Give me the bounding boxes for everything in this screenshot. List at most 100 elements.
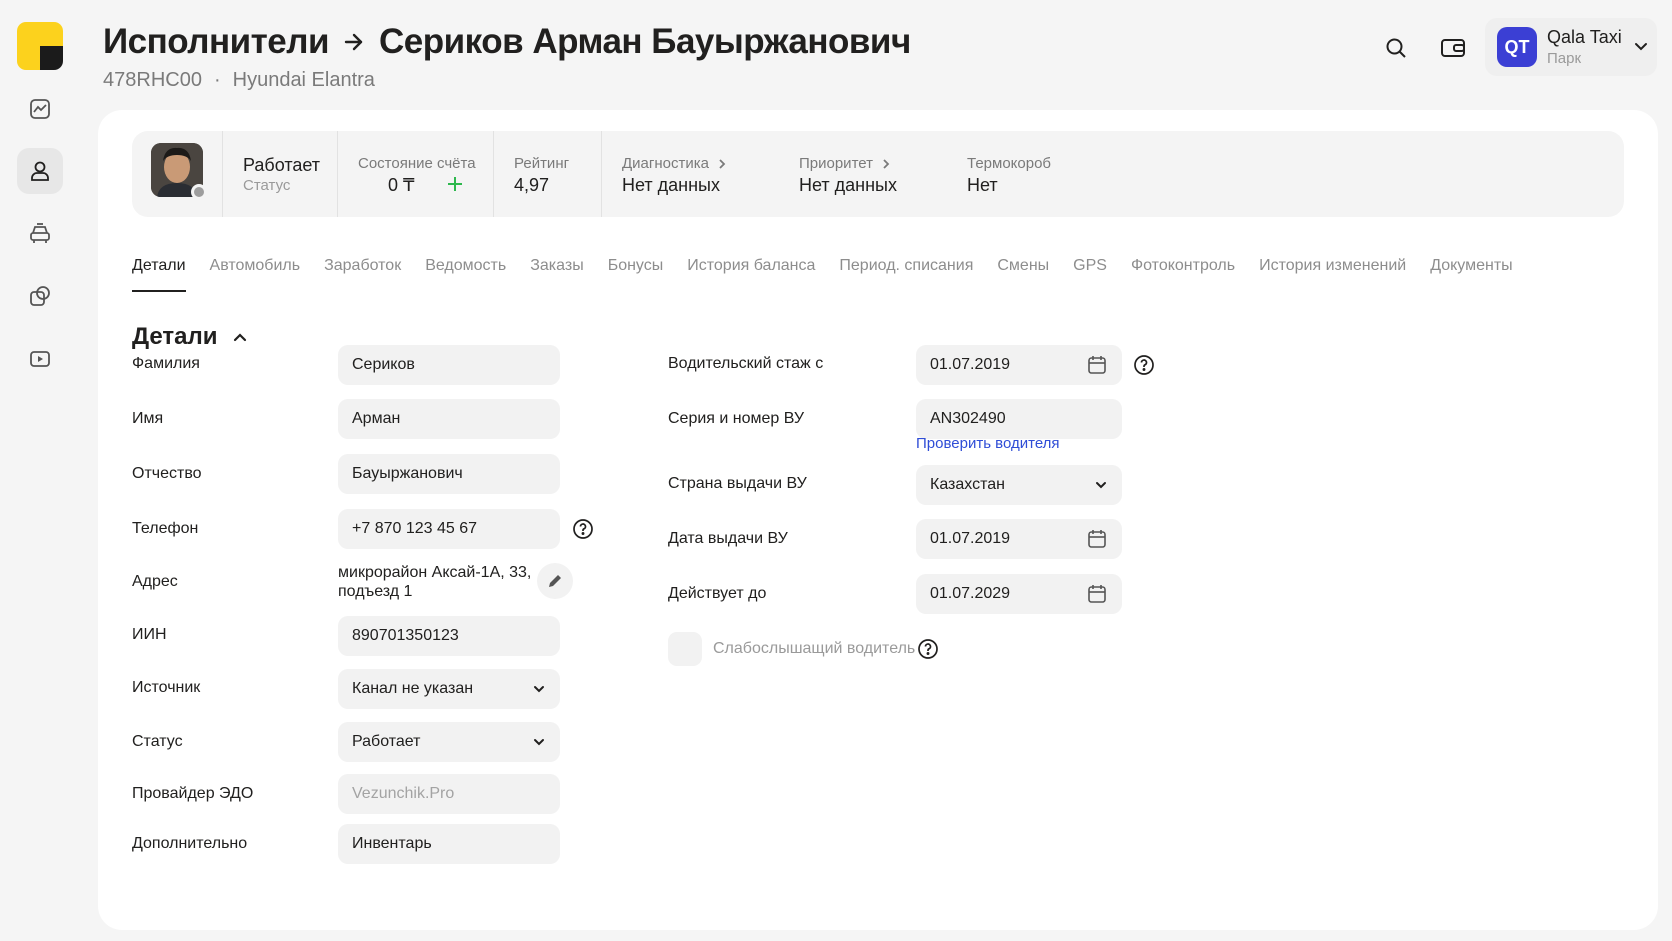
stat-priority[interactable]: Приоритет Нет данных [778,131,938,217]
driver-subtitle: 478RHC00 · Hyundai Elantra [103,69,375,92]
park-avatar: QT [1497,27,1537,67]
tab-periodic-charges[interactable]: Период. списания [839,256,973,292]
source-label: Источник [132,679,201,696]
address-value: микрорайон Аксай-1А, 33, подъезд 1 [338,563,531,601]
phone-field[interactable]: +7 870 123 45 67 [338,509,560,549]
license-number-field[interactable]: AN302490 [916,399,1122,439]
thermobox-label: Термокороб [967,155,1052,172]
breadcrumb-root[interactable]: Исполнители [103,22,330,62]
tab-documents[interactable]: Документы [1430,256,1512,292]
chevron-right-icon [719,158,726,169]
stat-thermobox: Термокороб Нет [946,131,1086,217]
license-valid-until-value: 01.07.2029 [930,585,1011,602]
park-name: Qala Taxi [1547,27,1622,47]
tab-change-history[interactable]: История изменений [1259,256,1406,292]
edo-provider-field[interactable]: Vezunchik.Pro [338,774,560,814]
iin-field[interactable]: 890701350123 [338,616,560,656]
add-balance-icon[interactable] [446,175,464,198]
address-line-2: подъезд 1 [338,583,413,600]
page-title: Исполнители Сериков Арман Бауыржанович [103,22,911,62]
app-logo[interactable] [17,22,63,70]
tab-car[interactable]: Автомобиль [210,256,301,292]
patronymic-field[interactable]: Бауыржанович [338,454,560,494]
license-issue-date-label: Дата выдачи ВУ [668,530,788,547]
hearing-impaired-help-icon[interactable] [917,638,939,660]
calendar-icon[interactable] [1086,354,1108,376]
experience-label: Водительский стаж с [668,355,824,372]
iin-label: ИИН [132,626,167,643]
tab-photocontrol[interactable]: Фотоконтроль [1131,256,1235,292]
check-driver-link[interactable]: Проверить водителя [916,435,1060,452]
license-country-label: Страна выдачи ВУ [668,475,807,492]
tab-earnings[interactable]: Заработок [324,256,401,292]
tab-details[interactable]: Детали [132,256,186,292]
chevron-up-icon [232,329,248,345]
diagnostics-label-text: Диагностика [622,155,709,172]
details-title-text: Детали [132,323,218,350]
experience-help-icon[interactable] [1133,354,1155,376]
source-value: Канал не указан [352,680,474,697]
first-name-field[interactable]: Арман [338,399,560,439]
last-name-field[interactable]: Сериков [338,345,560,385]
car-plate: 478RHC00 [103,69,202,91]
wallet-icon[interactable] [1437,32,1469,64]
calendar-icon[interactable] [1086,528,1108,550]
finance-nav-icon[interactable] [17,273,63,319]
license-number-label: Серия и номер ВУ [668,410,805,427]
first-name-label: Имя [132,410,164,427]
last-name-label: Фамилия [132,355,200,372]
status-select[interactable]: Работает [338,722,560,762]
patronymic-label: Отчество [132,465,202,482]
calendar-icon[interactable] [1086,583,1108,605]
address-line-1: микрорайон Аксай-1А, 33, [338,564,532,581]
source-select[interactable]: Канал не указан [338,669,560,709]
diagnostics-value: Нет данных [622,175,720,195]
pencil-icon [549,575,561,587]
cars-nav-icon[interactable] [17,211,63,257]
tab-orders[interactable]: Заказы [530,256,583,292]
license-country-select[interactable]: Казахстан [916,465,1122,505]
phone-help-icon[interactable] [572,518,594,540]
edit-address-button[interactable] [537,563,573,599]
analytics-nav-icon[interactable] [17,86,63,132]
diagnostics-label: Диагностика [622,155,727,172]
license-valid-until-label: Действует до [668,585,767,602]
balance-value: 0 ₸ [388,175,415,195]
license-country-value: Казахстан [930,476,1005,493]
thermobox-value: Нет [967,175,998,195]
hearing-impaired-checkbox[interactable] [668,632,702,666]
experience-date-field[interactable]: 01.07.2019 [916,345,1122,385]
chevron-down-icon [532,682,546,696]
search-icon[interactable] [1380,32,1412,64]
park-selector[interactable]: QT Qala Taxi Парк [1485,18,1657,76]
arrow-right-icon [343,31,365,53]
chevron-down-icon [532,735,546,749]
chevron-down-icon [1094,478,1108,492]
drivers-nav-icon[interactable] [17,148,63,194]
subtitle-separator: · [213,69,221,91]
tab-balance-history[interactable]: История баланса [687,256,815,292]
priority-label: Приоритет [799,155,891,172]
rating-value: 4,97 [514,175,550,195]
priority-value: Нет данных [799,175,897,195]
status-caption: Статус [243,177,291,194]
status-value: Работает [243,155,321,175]
stat-diagnostics[interactable]: Диагностика Нет данных [601,131,776,217]
edo-provider-label: Провайдер ЭДО [132,785,254,802]
details-section-title[interactable]: Детали [132,323,248,351]
tab-shifts[interactable]: Смены [997,256,1049,292]
tab-gps[interactable]: GPS [1073,256,1107,292]
online-status-dot [191,184,207,200]
license-valid-until-field[interactable]: 01.07.2029 [916,574,1122,614]
tab-statement[interactable]: Ведомость [425,256,506,292]
tab-bonuses[interactable]: Бонусы [608,256,664,292]
experience-value: 01.07.2019 [930,356,1011,373]
priority-label-text: Приоритет [799,155,873,172]
license-issue-date-field[interactable]: 01.07.2019 [916,519,1122,559]
stat-rating: Рейтинг 4,97 [493,131,601,217]
hearing-impaired-label: Слабослышащий водитель [713,640,916,657]
driver-name: Сериков Арман Бауыржанович [379,22,911,61]
driver-stats-bar: Работает Статус Состояние счёта 0 ₸ Рейт… [132,131,1624,217]
extra-field[interactable]: Инвентарь [338,824,560,864]
media-nav-icon[interactable] [17,336,63,382]
